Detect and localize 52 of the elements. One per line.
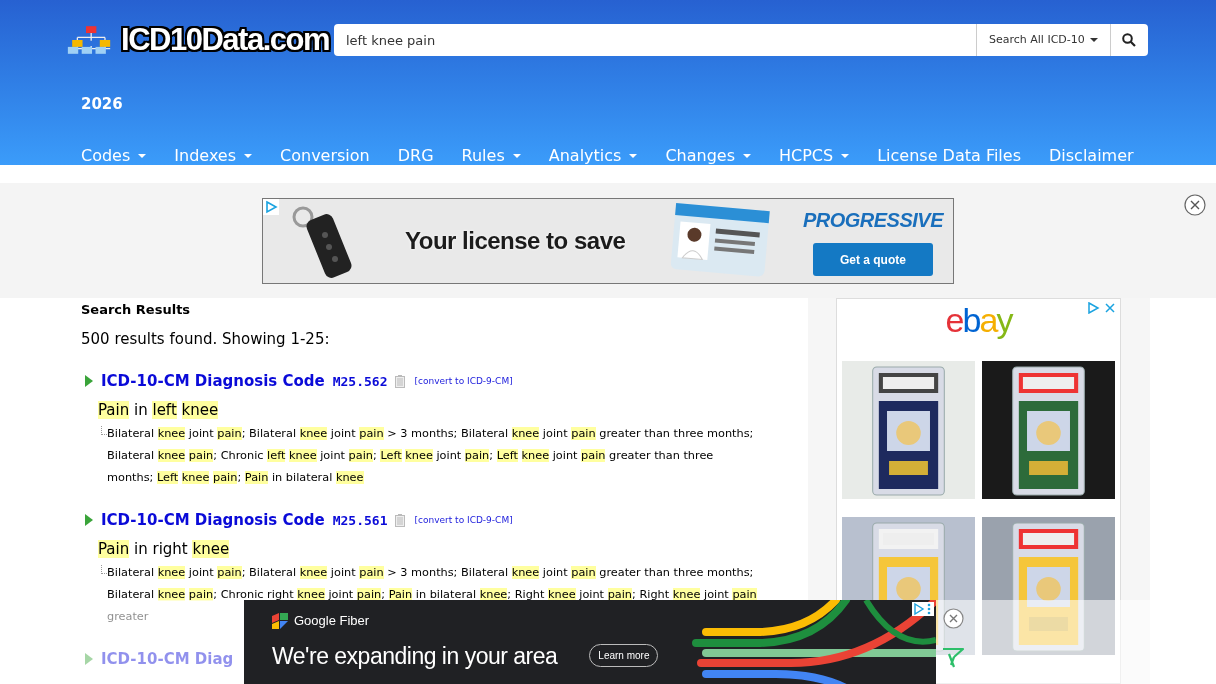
notes-icon <box>395 513 406 527</box>
bottom-ad[interactable]: Google Fiber We're expanding in your area Learn more <box>244 600 936 684</box>
expand-arrow-icon <box>85 653 93 666</box>
site-logo[interactable]: ICD10Data.com <box>121 17 329 64</box>
results-summary: 500 results found. Showing 1-25: <box>81 328 331 350</box>
expand-arrow-icon <box>85 375 93 388</box>
search-scope-dropdown[interactable]: Search All ICD-10 <box>976 24 1110 57</box>
brand-name: PROGRESSIVE <box>802 208 943 233</box>
search-icon <box>1122 33 1137 48</box>
code-link[interactable]: M25.562 <box>332 371 388 391</box>
caret-icon <box>1089 38 1098 43</box>
ad-headline: Your license to save <box>405 225 626 256</box>
notes-icon <box>395 374 406 388</box>
synonym-list: Bilateral knee joint pain; Bilateral knee joint pain > 3 months; Bilateral knee joint pain greater than three months; Bilateral knee pain; Chronic left knee joint pain; Left knee joint pain; Left knee joint pain greater than three months; Left knee pain; Pain in bilateral knee <box>107 423 757 489</box>
nav-link[interactable]: DRG <box>397 144 434 168</box>
google-fiber-logo-icon <box>272 612 288 629</box>
ebay-logo: ebay <box>945 303 1012 337</box>
nav-link[interactable]: Analytics <box>548 144 638 168</box>
ad-headline: We're expanding in your area <box>272 641 558 671</box>
search-button[interactable] <box>1109 24 1148 57</box>
ad-choices-icon <box>1088 302 1116 314</box>
search-field[interactable]: left knee pain <box>334 24 976 57</box>
side-ad[interactable]: ebay <box>836 298 1121 684</box>
get-quote-button[interactable]: Get a quote <box>812 243 933 276</box>
fiber-logo-icon <box>942 646 964 668</box>
nav-link[interactable]: License Data Files <box>877 144 1021 168</box>
ad-brand: Google Fiber <box>294 612 370 630</box>
nav-link[interactable]: Indexes <box>174 144 253 168</box>
ad-choices-icon <box>912 602 934 616</box>
banner-ad[interactable]: Your license to save PROGRESSIVE Get a quote <box>262 197 954 284</box>
year-label: 2026 <box>80 93 124 115</box>
convert-link[interactable]: [convert to ICD-9-CM] <box>414 374 513 388</box>
tree-connector <box>101 426 107 435</box>
nav-link[interactable]: Rules <box>461 144 521 168</box>
nav-link[interactable]: Conversion <box>280 144 370 168</box>
nav-link[interactable]: Changes <box>665 144 751 168</box>
convert-link[interactable]: [convert to ICD-9-CM] <box>414 513 513 527</box>
expand-arrow-icon <box>85 514 93 527</box>
diagnosis-title: Pain in left knee <box>98 399 220 421</box>
section-heading: Search Results <box>81 301 192 319</box>
ad-choices-icon <box>263 198 279 215</box>
close-icon <box>942 608 964 629</box>
code-type-link[interactable]: ICD-10-CM Diagnosis Code <box>101 509 325 532</box>
diagnosis-title: Pain in right knee <box>98 538 231 560</box>
code-link[interactable]: M25.561 <box>332 510 388 530</box>
nav-link[interactable]: HCPCS <box>779 144 850 168</box>
tree-connector <box>101 565 107 574</box>
code-type-link[interactable]: ICD-10-CM Diag <box>101 648 234 671</box>
nav-link[interactable]: Codes <box>81 144 147 168</box>
close-icon <box>1184 194 1206 216</box>
code-type-link[interactable]: ICD-10-CM Diagnosis Code <box>101 370 325 393</box>
nav-link[interactable]: Disclaimer <box>1049 144 1134 168</box>
